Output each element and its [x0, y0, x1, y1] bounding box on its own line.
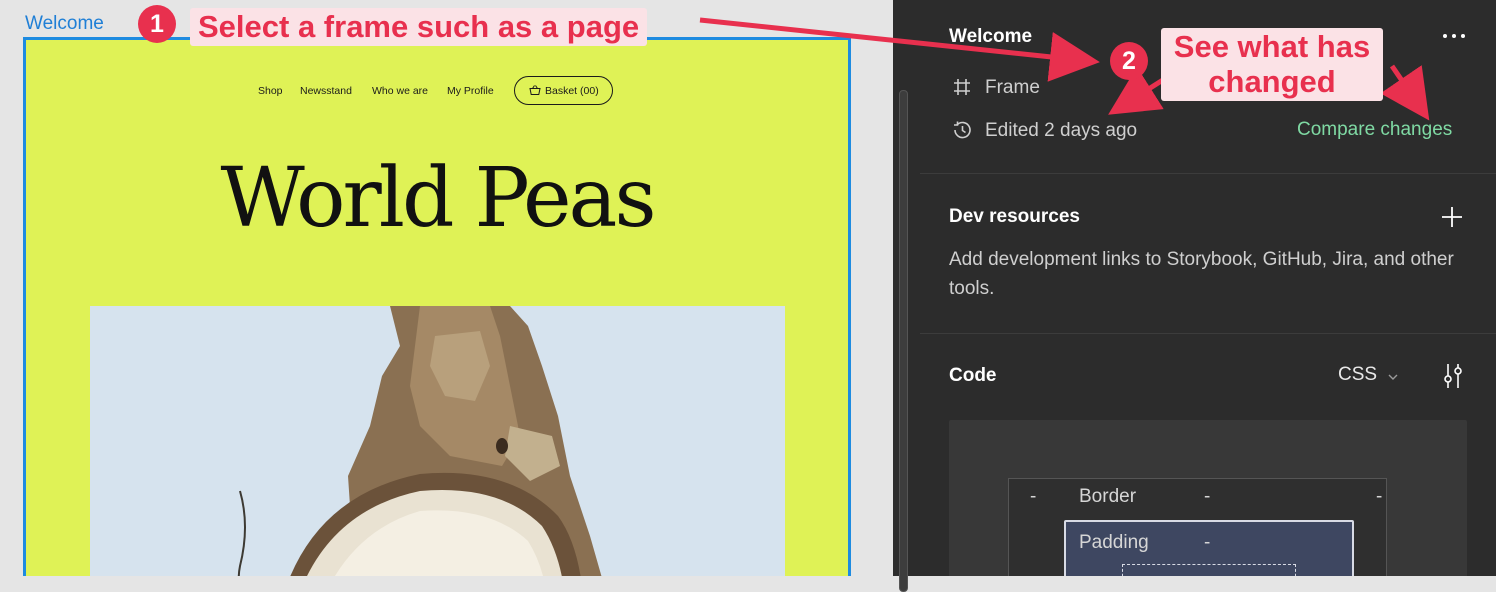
divider	[920, 333, 1496, 334]
more-options-button[interactable]	[1437, 24, 1471, 46]
design-canvas[interactable]: Welcome Shop Newsstand Who we are My Pro…	[0, 0, 893, 576]
box-model-panel: - Border - - Padding -	[949, 420, 1467, 576]
edited-timestamp: Edited 2 days ago	[985, 120, 1138, 141]
basket-icon	[529, 85, 541, 95]
plus-icon[interactable]	[1440, 205, 1464, 229]
step-2-badge: 2	[1110, 42, 1148, 80]
nav-link-newsstand[interactable]: Newsstand	[300, 85, 352, 97]
nav-link-who-we-are[interactable]: Who we are	[372, 85, 428, 97]
selected-frame[interactable]: Shop Newsstand Who we are My Profile Bas…	[23, 37, 851, 576]
border-left-value: -	[1030, 486, 1037, 507]
panel-title: Welcome	[949, 26, 1033, 47]
scrollbar-thumb[interactable]	[899, 90, 908, 592]
canvas-scrollbar[interactable]	[893, 0, 920, 592]
mushroom-photo	[90, 306, 785, 576]
hero-image	[90, 306, 785, 576]
nav-link-my-profile[interactable]: My Profile	[447, 85, 494, 97]
border-right-value: -	[1376, 486, 1383, 507]
border-top-value: -	[1204, 486, 1211, 507]
border-label: Border	[1079, 486, 1137, 507]
frame-name-label[interactable]: Welcome	[25, 13, 104, 35]
padding-top-value: -	[1204, 532, 1211, 553]
nav-link-shop[interactable]: Shop	[258, 85, 283, 97]
node-type-label: Frame	[985, 77, 1040, 98]
border-box: - Border - - Padding -	[1008, 478, 1387, 576]
sliders-icon[interactable]	[1440, 362, 1466, 390]
code-heading: Code	[949, 365, 997, 386]
step-2-callout: See what has changed	[1161, 28, 1383, 101]
compare-changes-link[interactable]: Compare changes	[1297, 119, 1452, 141]
content-box	[1122, 564, 1296, 576]
code-language-value: CSS	[1338, 364, 1378, 385]
padding-label: Padding	[1079, 532, 1149, 553]
step-1-badge: 1	[138, 5, 176, 43]
site-title: World Peas	[220, 151, 656, 246]
basket-label: Basket (00)	[545, 85, 599, 97]
step-1-callout: Select a frame such as a page	[190, 8, 648, 46]
dev-resources-description: Add development links to Storybook, GitH…	[949, 249, 1454, 299]
basket-button[interactable]: Basket (00)	[514, 76, 613, 105]
site-navigation: Shop Newsstand Who we are My Profile Bas…	[26, 76, 848, 108]
padding-box: Padding -	[1064, 520, 1354, 576]
hash-icon	[954, 79, 970, 95]
divider	[920, 173, 1496, 174]
history-icon	[954, 121, 971, 139]
more-dots-icon	[1443, 34, 1447, 38]
code-language-select[interactable]: CSS	[1338, 363, 1408, 389]
chevron-down-icon	[1388, 374, 1398, 380]
dev-resources-heading: Dev resources	[949, 206, 1080, 227]
